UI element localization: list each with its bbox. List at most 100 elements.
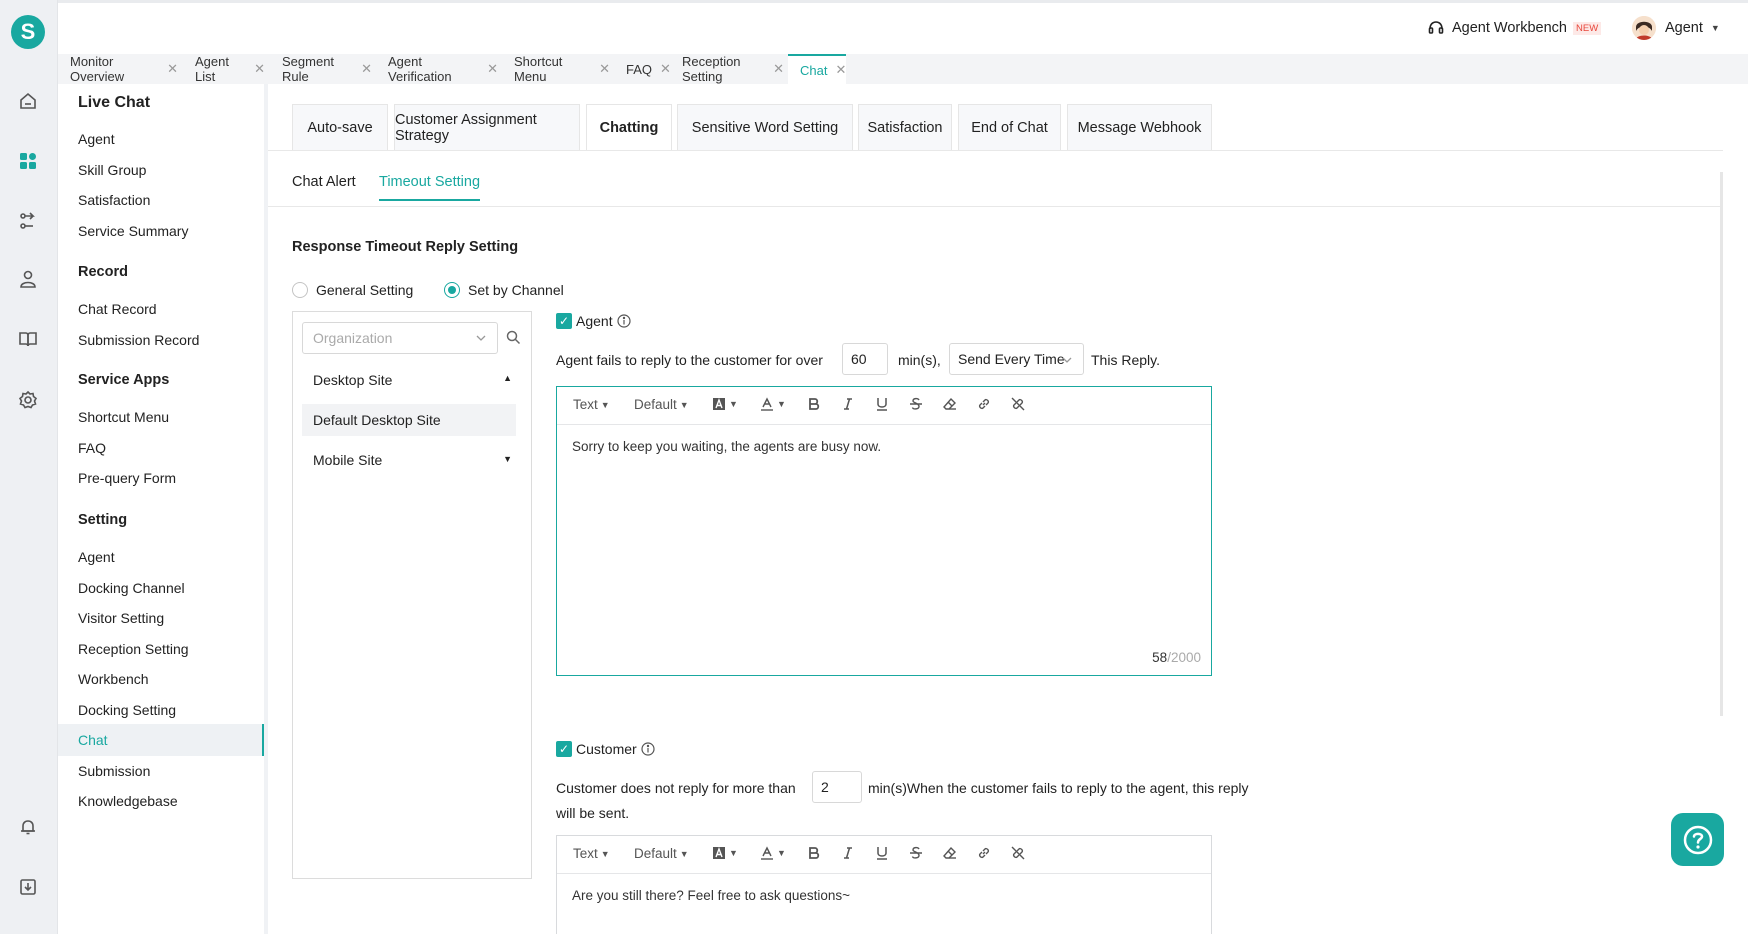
font-size-dropdown[interactable]: Default ▼: [634, 846, 689, 861]
customer-reply-editor[interactable]: Text ▼ Default ▼ ▼ ▼ Are you still there? Fee…: [556, 835, 1212, 934]
sidebar-item[interactable]: Reception Setting: [58, 633, 264, 665]
sub-tab[interactable]: Chat Alert: [292, 174, 356, 190]
page-tab[interactable]: Reception Setting ✕: [670, 54, 784, 84]
sidebar-item[interactable]: Submission: [58, 755, 264, 787]
settings-tab[interactable]: Customer Assignment Strategy: [394, 104, 580, 150]
link-icon[interactable]: [977, 846, 991, 860]
italic-icon[interactable]: [841, 397, 855, 411]
info-icon[interactable]: [616, 314, 631, 328]
user-menu[interactable]: Agent ▼: [1632, 16, 1720, 40]
close-icon[interactable]: ✕: [835, 62, 846, 78]
agent-checkbox[interactable]: ✓ Agent: [556, 313, 631, 329]
book-icon[interactable]: [17, 328, 39, 350]
link-icon[interactable]: [977, 397, 991, 411]
sidebar-item[interactable]: Agent: [58, 541, 264, 573]
page-tab[interactable]: Agent List ✕: [183, 54, 265, 84]
page-tab[interactable]: Segment Rule ✕: [270, 54, 372, 84]
sidebar-item[interactable]: Chat: [58, 724, 264, 756]
sidebar-item[interactable]: Chat Record: [58, 293, 264, 325]
settings-tab[interactable]: Chatting: [586, 104, 672, 151]
close-icon[interactable]: ✕: [361, 61, 372, 77]
user-icon[interactable]: [17, 268, 39, 290]
channel-desktop-site[interactable]: Desktop Site ▲: [302, 364, 516, 396]
close-icon[interactable]: ✕: [167, 61, 178, 77]
settings-icon[interactable]: [17, 389, 39, 411]
settings-tab[interactable]: Sensitive Word Setting: [677, 104, 853, 150]
app-logo[interactable]: S: [11, 15, 45, 49]
channel-default-desktop-site[interactable]: Default Desktop Site: [302, 404, 516, 436]
customer-reply-text[interactable]: Are you still there? Feel free to ask qu…: [557, 874, 1211, 917]
underline-icon[interactable]: [875, 846, 889, 860]
sidebar-item[interactable]: FAQ: [58, 432, 264, 464]
sidebar-item[interactable]: Knowledgebase: [58, 785, 264, 817]
sidebar-item[interactable]: Skill Group: [58, 154, 264, 186]
sidebar-item[interactable]: Docking Setting: [58, 694, 264, 726]
dashboard-icon[interactable]: [17, 150, 39, 172]
sidebar-item[interactable]: Shortcut Menu: [58, 401, 264, 433]
channel-mobile-site[interactable]: Mobile Site ▼: [302, 444, 516, 476]
frequency-select[interactable]: Send Every Time: [949, 343, 1084, 375]
radio-channel[interactable]: Set by Channel: [444, 282, 564, 298]
unlink-icon[interactable]: [1011, 846, 1025, 860]
font-color-icon[interactable]: ▼: [760, 397, 786, 411]
help-button[interactable]: [1671, 813, 1724, 866]
page-tab[interactable]: Agent Verification ✕: [376, 54, 498, 84]
settings-tab[interactable]: End of Chat: [958, 104, 1061, 150]
page-tab[interactable]: Shortcut Menu ✕: [502, 54, 610, 84]
font-color-icon[interactable]: ▼: [760, 846, 786, 860]
info-icon[interactable]: [641, 742, 655, 756]
sidebar-item[interactable]: Service Summary: [58, 215, 264, 247]
scrollbar[interactable]: [1720, 172, 1723, 716]
route-icon[interactable]: [17, 210, 39, 232]
download-icon[interactable]: [17, 876, 39, 898]
sidebar-item[interactable]: Satisfaction: [58, 184, 264, 216]
home-icon[interactable]: [17, 90, 39, 112]
sidebar-item[interactable]: Visitor Setting: [58, 602, 264, 634]
font-size-dropdown[interactable]: Default ▼: [634, 397, 689, 412]
italic-icon[interactable]: [841, 846, 855, 860]
background-color-icon[interactable]: ▼: [712, 846, 738, 860]
agent-minutes-input[interactable]: 60: [842, 343, 888, 375]
caret-up-icon: ▲: [503, 373, 512, 383]
agent-workbench-link[interactable]: Agent Workbench NEW: [1428, 20, 1602, 36]
underline-icon[interactable]: [875, 397, 889, 411]
close-icon[interactable]: ✕: [487, 61, 498, 77]
sidebar-item[interactable]: Agent: [58, 123, 264, 155]
org-select[interactable]: Organization: [302, 322, 498, 354]
agent-reply-text[interactable]: Sorry to keep you waiting, the agents ar…: [557, 425, 1211, 468]
eraser-icon[interactable]: [943, 846, 957, 860]
radio-general[interactable]: General Setting: [292, 282, 413, 298]
customer-minutes-input[interactable]: 2: [812, 771, 862, 803]
sidebar-item[interactable]: Pre-query Form: [58, 462, 264, 494]
text-style-dropdown[interactable]: Text ▼: [573, 846, 610, 861]
eraser-icon[interactable]: [943, 397, 957, 411]
close-icon[interactable]: ✕: [599, 61, 610, 77]
settings-tab[interactable]: Auto-save: [292, 104, 388, 150]
close-icon[interactable]: ✕: [773, 61, 784, 77]
customer-check-icon[interactable]: ✓: [556, 741, 572, 757]
settings-tab[interactable]: Satisfaction: [858, 104, 952, 150]
search-icon[interactable]: [506, 330, 521, 348]
bell-icon[interactable]: [17, 816, 39, 838]
background-color-icon[interactable]: ▼: [712, 397, 738, 411]
bold-icon[interactable]: [807, 397, 821, 411]
text-style-dropdown[interactable]: Text ▼: [573, 397, 610, 412]
radio-channel-circle[interactable]: [444, 282, 460, 298]
page-tab[interactable]: Monitor Overview ✕: [58, 54, 178, 84]
sub-tab[interactable]: Timeout Setting: [379, 174, 481, 201]
sidebar-item[interactable]: Docking Channel: [58, 572, 264, 604]
bold-icon[interactable]: [807, 846, 821, 860]
radio-general-circle[interactable]: [292, 282, 308, 298]
sidebar-item[interactable]: Submission Record: [58, 324, 264, 356]
strikethrough-icon[interactable]: [909, 397, 923, 411]
agent-reply-editor[interactable]: Text ▼ Default ▼ ▼ ▼ Sorry to keep you waitin…: [556, 386, 1212, 676]
settings-tab[interactable]: Message Webhook: [1067, 104, 1212, 150]
agent-check-icon[interactable]: ✓: [556, 313, 572, 329]
page-tab[interactable]: FAQ ✕: [614, 54, 671, 84]
unlink-icon[interactable]: [1011, 397, 1025, 411]
page-tab[interactable]: Chat ✕: [788, 54, 846, 84]
sidebar-item[interactable]: Workbench: [58, 663, 264, 695]
strikethrough-icon[interactable]: [909, 846, 923, 860]
customer-checkbox[interactable]: ✓ Customer: [556, 741, 655, 757]
close-icon[interactable]: ✕: [254, 61, 265, 77]
